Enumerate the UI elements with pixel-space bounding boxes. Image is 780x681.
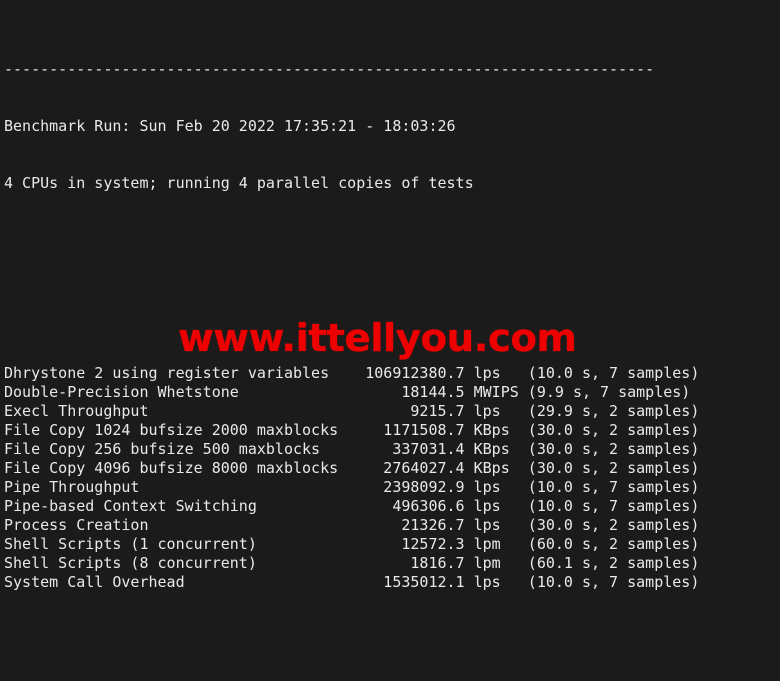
raw-result-row: Shell Scripts (8 concurrent) 1816.7 lpm … (4, 554, 700, 572)
top-rule: ----------------------------------------… (4, 60, 655, 78)
terminal-output: ----------------------------------------… (0, 0, 780, 681)
terminal-window: ----------------------------------------… (0, 0, 780, 681)
raw-result-row: File Copy 256 bufsize 500 maxblocks 3370… (4, 440, 700, 458)
raw-result-row: System Call Overhead 1535012.1 lps (10.0… (4, 573, 700, 591)
raw-result-row: Shell Scripts (1 concurrent) 12572.3 lpm… (4, 535, 700, 553)
raw-result-row: Dhrystone 2 using register variables 106… (4, 364, 700, 382)
raw-result-row: File Copy 1024 bufsize 2000 maxblocks 11… (4, 421, 700, 439)
raw-result-row: Double-Precision Whetstone 18144.5 MWIPS… (4, 383, 691, 401)
raw-result-row: Execl Throughput 9215.7 lps (29.9 s, 2 s… (4, 402, 700, 420)
raw-results-block: Dhrystone 2 using register variables 106… (4, 364, 780, 592)
raw-result-row: Pipe-based Context Switching 496306.6 lp… (4, 497, 700, 515)
raw-result-row: File Copy 4096 bufsize 8000 maxblocks 27… (4, 459, 700, 477)
cpu-info-line: 4 CPUs in system; running 4 parallel cop… (4, 174, 474, 192)
raw-result-row: Process Creation 21326.7 lps (30.0 s, 2 … (4, 516, 700, 534)
benchmark-run-line: Benchmark Run: Sun Feb 20 2022 17:35:21 … (4, 117, 456, 135)
raw-result-row: Pipe Throughput 2398092.9 lps (10.0 s, 7… (4, 478, 700, 496)
